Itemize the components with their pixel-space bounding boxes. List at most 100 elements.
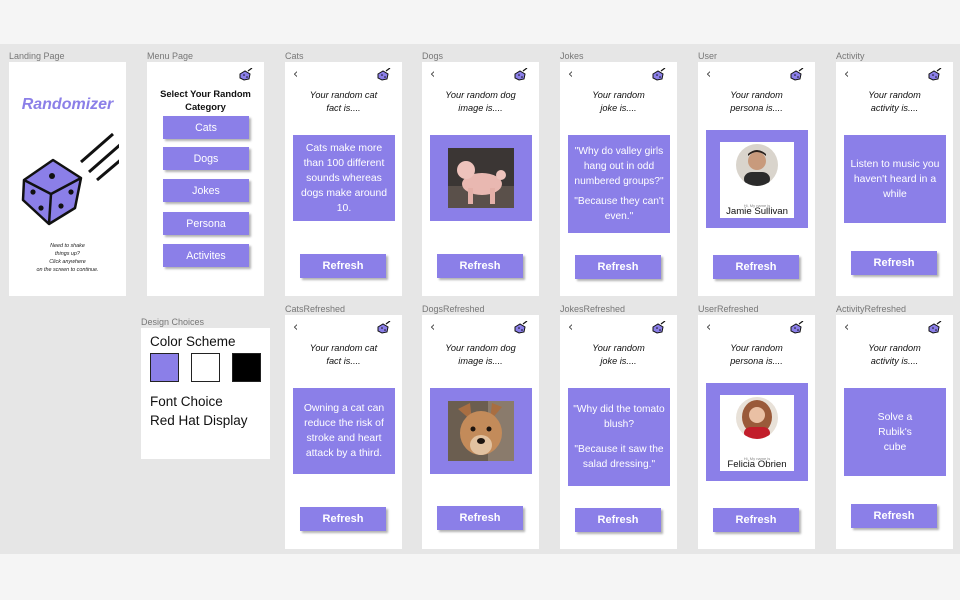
chevron-left-icon[interactable]: ‹ [568, 320, 573, 335]
cats-refreshed-frame[interactable]: ‹ Your random cat fact is.... Owning a ca… [285, 315, 402, 549]
menu-button-persona[interactable]: Persona [163, 212, 249, 235]
landing-frame[interactable]: Randomizer Need to shake things up? Clic… [9, 62, 126, 296]
dog-photo [448, 148, 514, 208]
result-card [430, 135, 532, 221]
frame-label-dogs[interactable]: Dogs [422, 51, 443, 61]
refresh-button[interactable]: Refresh [713, 255, 799, 279]
menu-heading-line: Select Your Random [160, 88, 251, 99]
refresh-button[interactable]: Refresh [575, 508, 661, 532]
swatch-black [232, 353, 261, 382]
cat-fact: Owning a cat can reduce the risk of stro… [303, 403, 385, 459]
prompt-text: Your random activity is.... [836, 342, 953, 368]
menu-button-activities[interactable]: Activites [163, 244, 249, 267]
result-card: "Why did the tomato blush? "Because it s… [568, 388, 670, 486]
frame-label-activity[interactable]: Activity [836, 51, 865, 61]
dice-icon[interactable] [239, 68, 253, 81]
dice-icon[interactable] [514, 68, 528, 81]
refresh-button[interactable]: Refresh [713, 508, 799, 532]
prompt-line: Your random dog [445, 90, 516, 100]
dice-icon[interactable] [377, 321, 391, 334]
frame-label-user[interactable]: User [698, 51, 717, 61]
frame-label-cats[interactable]: Cats [285, 51, 304, 61]
chevron-left-icon[interactable]: ‹ [706, 320, 711, 335]
menu-button-jokes[interactable]: Jokes [163, 179, 249, 202]
app-title: Randomizer [21, 96, 114, 113]
refresh-button[interactable]: Refresh [437, 254, 523, 278]
chevron-left-icon[interactable]: ‹ [293, 320, 298, 335]
dice-icon[interactable] [377, 68, 391, 81]
prompt-text: Your random cat fact is.... [285, 89, 402, 115]
result-card [430, 388, 532, 474]
frame-label-dogs-refreshed[interactable]: DogsRefreshed [422, 304, 485, 314]
chevron-left-icon[interactable]: ‹ [844, 320, 849, 335]
persona-card: Hi, My name is Jamie Sullivan [720, 142, 794, 218]
swatch-accent [150, 353, 179, 382]
result-card: Listen to music you haven't heard in a w… [844, 135, 946, 223]
dogs-refreshed-frame[interactable]: ‹ Your random dog image is.... Refresh [422, 315, 539, 549]
dice-icon[interactable] [790, 321, 804, 334]
frame-label-cats-refreshed[interactable]: CatsRefreshed [285, 304, 345, 314]
prompt-text: Your random persona is.... [698, 342, 815, 368]
chevron-left-icon[interactable]: ‹ [706, 67, 711, 82]
prompt-line: Your random dog [445, 343, 516, 353]
menu-heading-line: Category [185, 101, 226, 112]
result-card: Cats make more than 100 different sounds… [293, 135, 395, 221]
prompt-text: Your random dog image is.... [422, 89, 539, 115]
cats-frame[interactable]: ‹ Your random cat fact is.... Cats make m… [285, 62, 402, 296]
activity-refreshed-frame[interactable]: ‹ Your random activity is.... Solve a Rub… [836, 315, 953, 549]
dice-icon[interactable] [928, 321, 942, 334]
chevron-left-icon[interactable]: ‹ [568, 67, 573, 82]
prompt-line: Your random cat [309, 90, 378, 100]
joke-setup: "Why do valley girls hang out in odd num… [574, 146, 664, 187]
refresh-button[interactable]: Refresh [851, 251, 937, 275]
font-choice-heading: Font Choice [150, 394, 223, 409]
prompt-line: joke is.... [600, 103, 637, 113]
landing-hint-line: on the screen to continue. [36, 267, 99, 273]
landing-hint-line: things up? [55, 251, 80, 257]
landing-hint-line: Click anywhere [49, 259, 86, 265]
prompt-line: image is.... [458, 356, 503, 366]
user-frame[interactable]: ‹ Your random persona is.... Hi, My name … [698, 62, 815, 296]
prompt-text: Your random cat fact is.... [285, 342, 402, 368]
menu-button-cats[interactable]: Cats [163, 116, 249, 139]
dice-icon[interactable] [514, 321, 528, 334]
prompt-line: Your random [868, 90, 921, 100]
chevron-left-icon[interactable]: ‹ [430, 320, 435, 335]
refresh-button[interactable]: Refresh [300, 254, 386, 278]
refresh-button[interactable]: Refresh [300, 507, 386, 531]
frame-label-jokes[interactable]: Jokes [560, 51, 584, 61]
dice-icon[interactable] [652, 321, 666, 334]
refresh-button[interactable]: Refresh [851, 504, 937, 528]
dice-icon[interactable] [928, 68, 942, 81]
frame-label-jokes-refreshed[interactable]: JokesRefreshed [560, 304, 625, 314]
font-choice-name: Red Hat Display [150, 413, 248, 428]
persona-card: Hi, My name is Felicia Obrien [720, 395, 794, 471]
frame-label-landing[interactable]: Landing Page [9, 51, 65, 61]
activity-frame[interactable]: ‹ Your random activity is.... Listen to m… [836, 62, 953, 296]
menu-frame[interactable]: Select Your Random Category Cats Dogs Jo… [147, 62, 264, 296]
dice-icon[interactable] [790, 68, 804, 81]
joke-punchline: "Because it saw the salad dressing." [574, 444, 664, 470]
chevron-left-icon[interactable]: ‹ [430, 67, 435, 82]
frame-label-user-refreshed[interactable]: UserRefreshed [698, 304, 759, 314]
chevron-left-icon[interactable]: ‹ [844, 67, 849, 82]
frame-label-activity-refreshed[interactable]: ActivityRefreshed [836, 304, 906, 314]
jokes-refreshed-frame[interactable]: ‹ Your random joke is.... "Why did the to… [560, 315, 677, 549]
activity-text: Solve a Rubik's cube [877, 411, 913, 453]
landing-hint-line: Need to shake [50, 243, 85, 249]
landing-hint: Need to shake things up? Click anywhere … [9, 242, 126, 274]
design-choices-frame[interactable]: Color Scheme Font Choice Red Hat Display [141, 328, 270, 459]
prompt-line: Your random [730, 343, 783, 353]
dogs-frame[interactable]: ‹ Your random dog image is.... Refresh [422, 62, 539, 296]
prompt-text: Your random persona is.... [698, 89, 815, 115]
refresh-button[interactable]: Refresh [437, 506, 523, 530]
menu-button-dogs[interactable]: Dogs [163, 147, 249, 170]
refresh-button[interactable]: Refresh [575, 255, 661, 279]
frame-label-design[interactable]: Design Choices [141, 317, 204, 327]
prompt-line: Your random cat [309, 343, 378, 353]
user-refreshed-frame[interactable]: ‹ Your random persona is.... Hi, My name … [698, 315, 815, 549]
frame-label-menu[interactable]: Menu Page [147, 51, 193, 61]
dice-icon[interactable] [652, 68, 666, 81]
chevron-left-icon[interactable]: ‹ [293, 67, 298, 82]
jokes-frame[interactable]: ‹ Your random joke is.... "Why do valley … [560, 62, 677, 296]
